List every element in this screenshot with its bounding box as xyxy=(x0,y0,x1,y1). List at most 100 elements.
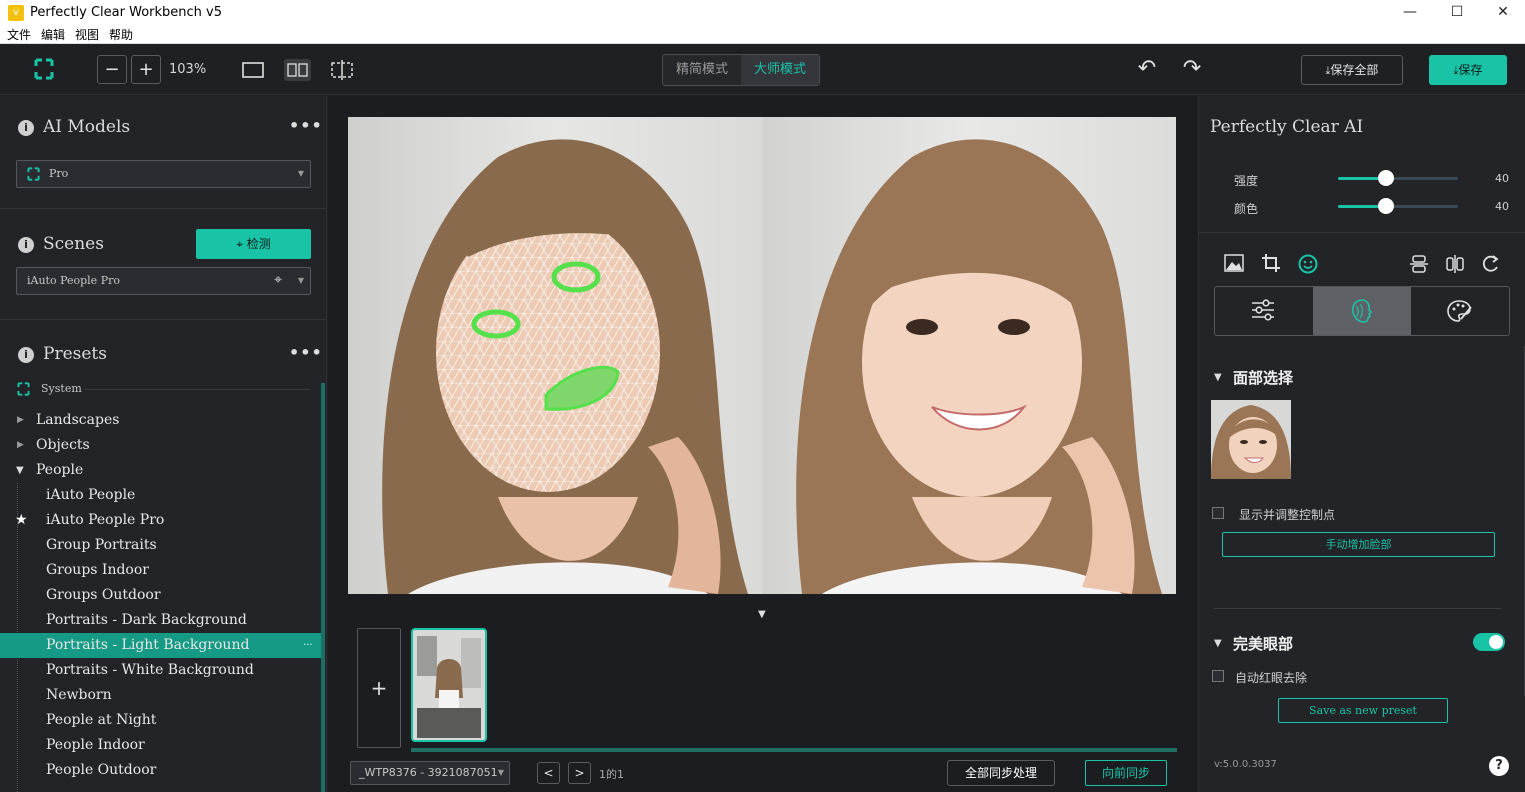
preset-item-label: iAuto People xyxy=(46,487,136,503)
preset-group-label: System xyxy=(41,382,82,395)
divider xyxy=(1214,608,1502,609)
scene-select[interactable]: iAuto People Pro ⌖ ▼ xyxy=(16,267,311,295)
crosshair-icon[interactable]: ⌖ xyxy=(274,272,282,288)
redo-icon[interactable]: ↷ xyxy=(1181,56,1203,81)
presets-menu-icon[interactable]: ••• xyxy=(289,343,323,362)
chevron-down-icon: ▼ xyxy=(297,276,304,285)
file-select[interactable]: _WTP8376 - 3921087051 ▼ xyxy=(350,761,510,785)
eye-toggle[interactable] xyxy=(1473,633,1505,651)
crosshair-icon: ⌖ xyxy=(236,237,243,251)
save-button[interactable]: ⤓保存 xyxy=(1429,55,1507,85)
collapse-arrow-icon[interactable]: ▼ xyxy=(758,609,766,620)
sync-forward-button[interactable]: 向前同步 xyxy=(1085,760,1167,786)
version-label: v:5.0.0.3037 xyxy=(1214,759,1277,770)
preset-item-label: People Outdoor xyxy=(46,762,157,778)
system-logo-icon xyxy=(17,382,30,396)
title-bar: v Perfectly Clear Workbench v5 — ☐ ✕ xyxy=(0,0,1525,27)
maximize-button[interactable]: ☐ xyxy=(1434,0,1480,27)
after-image[interactable] xyxy=(762,117,1176,594)
zoom-in-button[interactable]: + xyxy=(131,55,161,84)
info-icon[interactable]: i xyxy=(18,347,34,363)
color-slider[interactable] xyxy=(1338,198,1458,214)
tool-tabs xyxy=(1214,286,1510,336)
tab-face-beautify[interactable] xyxy=(1313,287,1411,335)
mode-simple-tab[interactable]: 精简模式 xyxy=(663,55,741,85)
next-page-button[interactable]: > xyxy=(568,762,591,784)
preset-category-landscapes[interactable]: ▶ Landscapes xyxy=(0,408,321,433)
undo-icon[interactable]: ↶ xyxy=(1136,56,1158,81)
preset-item[interactable]: ★ iAuto People Pro xyxy=(0,508,321,533)
preset-item[interactable]: People at Night xyxy=(0,708,321,733)
preset-item[interactable]: iAuto People xyxy=(0,483,321,508)
toolbar: − + 103% 精简模式 大师模式 ↶ ↷ ⤓保存全部 ⤓保存 xyxy=(0,44,1525,95)
rotate-icon[interactable] xyxy=(1481,254,1501,274)
chevron-down-icon: ▼ xyxy=(497,768,504,777)
menu-help[interactable]: 帮助 xyxy=(109,27,133,43)
save-all-label: 保存全部 xyxy=(1330,63,1379,77)
eye-section-title: 完美眼部 xyxy=(1233,635,1294,653)
preset-category-label: People xyxy=(36,462,84,478)
file-select-value: _WTP8376 - 3921087051 xyxy=(359,766,498,779)
preset-item[interactable]: Portraits - White Background xyxy=(0,658,321,683)
menu-edit[interactable]: 编辑 xyxy=(41,27,65,43)
menu-view[interactable]: 视图 xyxy=(75,27,99,43)
caret-down-icon[interactable]: ▼ xyxy=(1214,372,1222,383)
menu-file[interactable]: 文件 xyxy=(7,27,31,43)
add-image-button[interactable]: + xyxy=(357,628,401,748)
compare-view-icon[interactable] xyxy=(330,59,354,81)
show-points-checkbox[interactable] xyxy=(1212,507,1224,519)
divider xyxy=(0,319,327,320)
sync-all-button[interactable]: 全部同步处理 xyxy=(947,760,1055,786)
window-title: Perfectly Clear Workbench v5 xyxy=(30,5,222,20)
single-view-icon[interactable] xyxy=(242,62,264,78)
slider-thumb[interactable] xyxy=(1378,198,1394,214)
scenes-title: Scenes xyxy=(43,234,104,254)
preset-item[interactable]: People Indoor xyxy=(0,733,321,758)
add-face-button[interactable]: 手动增加脸部 xyxy=(1222,532,1495,557)
mode-master-tab[interactable]: 大师模式 xyxy=(741,55,819,85)
split-view-icon[interactable] xyxy=(284,59,311,81)
prev-page-button[interactable]: < xyxy=(537,762,560,784)
red-eye-checkbox[interactable] xyxy=(1212,670,1224,682)
preset-item-label: People at Night xyxy=(46,712,157,728)
preset-item[interactable]: People Outdoor xyxy=(0,758,321,783)
preset-item[interactable]: Newborn xyxy=(0,683,321,708)
minimize-button[interactable]: — xyxy=(1387,0,1433,27)
before-image[interactable] xyxy=(348,117,762,594)
preset-item[interactable]: Portraits - Dark Background xyxy=(0,608,321,633)
preset-item[interactable]: Group Portraits xyxy=(0,533,321,558)
caret-down-icon[interactable]: ▼ xyxy=(1214,638,1222,649)
flip-horizontal-icon[interactable] xyxy=(1445,254,1465,274)
ai-model-select[interactable]: Pro ▼ xyxy=(16,160,311,188)
face-icon[interactable] xyxy=(1298,254,1318,274)
detect-button[interactable]: ⌖ 检测 xyxy=(196,229,311,259)
filmstrip-scrollbar[interactable] xyxy=(411,748,1177,752)
model-logo-icon xyxy=(27,167,40,181)
more-icon[interactable]: ··· xyxy=(303,633,313,658)
face-thumbnail[interactable] xyxy=(1211,400,1291,479)
crop-icon[interactable] xyxy=(1261,253,1281,273)
ai-models-menu-icon[interactable]: ••• xyxy=(289,116,323,135)
tab-adjustments[interactable] xyxy=(1215,287,1313,335)
preset-category-label: Objects xyxy=(36,437,90,453)
info-icon[interactable]: i xyxy=(18,237,34,253)
slider-thumb[interactable] xyxy=(1378,170,1394,186)
preset-category-people[interactable]: ▼ People xyxy=(0,458,321,483)
image-icon[interactable] xyxy=(1224,254,1244,272)
save-preset-button[interactable]: Save as new preset xyxy=(1278,698,1448,723)
flip-vertical-icon[interactable] xyxy=(1409,254,1429,274)
help-icon[interactable]: ? xyxy=(1489,756,1509,776)
close-button[interactable]: ✕ xyxy=(1480,0,1525,27)
preset-item-active[interactable]: Portraits - Light Background ··· xyxy=(0,633,321,658)
preset-item[interactable]: Groups Indoor xyxy=(0,558,321,583)
filmstrip-thumbnail[interactable] xyxy=(411,628,487,742)
scrollbar[interactable] xyxy=(321,383,325,792)
left-panel: i AI Models ••• Pro ▼ i Scenes ⌖ 检测 iAut… xyxy=(0,96,327,792)
preset-item[interactable]: Groups Outdoor xyxy=(0,583,321,608)
info-icon[interactable]: i xyxy=(18,120,34,136)
save-all-button[interactable]: ⤓保存全部 xyxy=(1301,55,1403,85)
strength-slider[interactable] xyxy=(1338,170,1458,186)
zoom-out-button[interactable]: − xyxy=(97,55,127,84)
preset-category-objects[interactable]: ▶ Objects xyxy=(0,433,321,458)
tab-creative[interactable] xyxy=(1411,287,1509,335)
